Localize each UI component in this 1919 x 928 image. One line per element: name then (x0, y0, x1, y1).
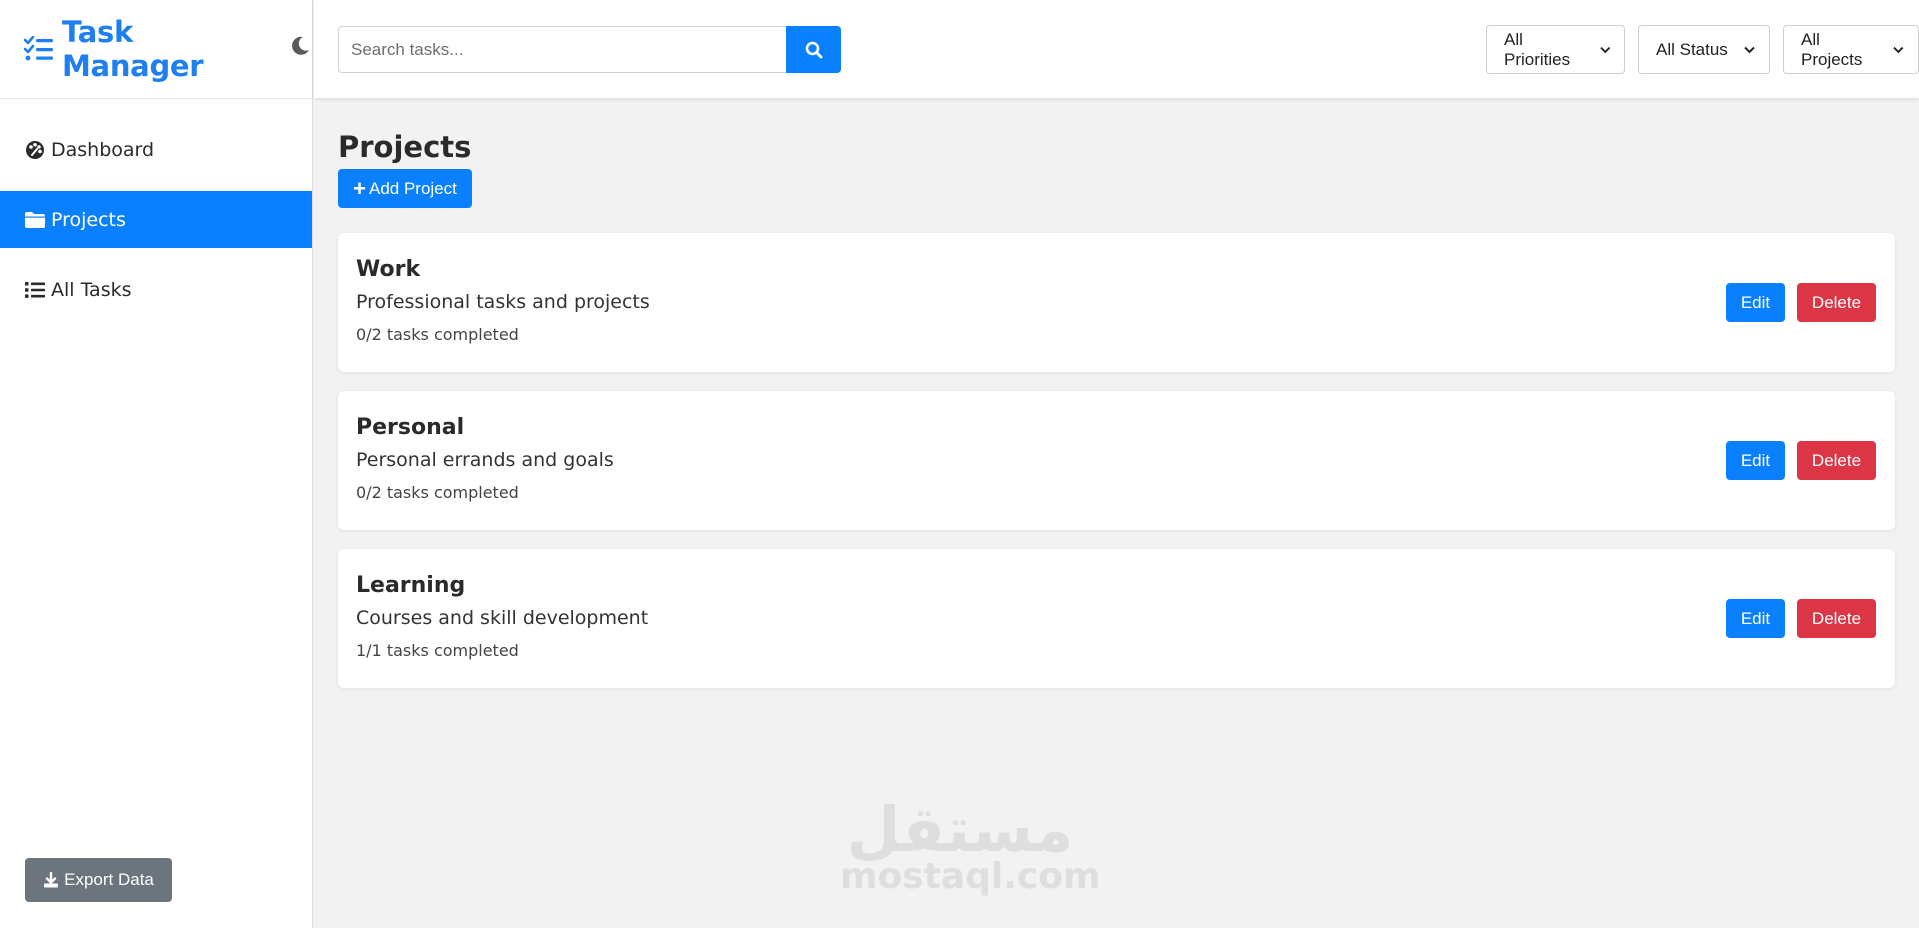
project-filter[interactable]: All Projects (1783, 25, 1919, 74)
chevron-down-icon (1744, 46, 1755, 53)
project-name: Learning (356, 573, 466, 598)
project-list: Work Professional tasks and projects 0/2… (338, 233, 1895, 688)
sidebar-item-all-tasks[interactable]: All Tasks (0, 261, 312, 318)
project-actions: Edit Delete (1726, 599, 1876, 638)
list-icon (24, 279, 46, 301)
project-name: Personal (356, 415, 465, 440)
sidebar-item-label: Dashboard (51, 138, 155, 161)
chevron-down-icon (1893, 46, 1904, 53)
project-name: Work (356, 257, 421, 282)
delete-button[interactable]: Delete (1797, 441, 1876, 480)
watermark: مستقل mostaql.com (840, 793, 1101, 897)
project-actions: Edit Delete (1726, 441, 1876, 480)
priority-filter-value: All Priorities (1504, 29, 1571, 69)
moon-icon[interactable] (288, 34, 312, 58)
project-progress: 0/2 tasks completed (356, 325, 519, 344)
watermark-arabic: مستقل (846, 793, 1074, 866)
add-project-button[interactable]: + Add Project (338, 169, 472, 208)
sidebar-item-dashboard[interactable]: Dashboard (0, 121, 312, 178)
project-description: Professional tasks and projects (356, 291, 650, 313)
plus-icon: + (353, 175, 366, 201)
search-button[interactable] (786, 26, 841, 73)
export-data-button[interactable]: Export Data (25, 858, 172, 902)
project-card: Work Professional tasks and projects 0/2… (338, 233, 1895, 372)
add-project-label: Add Project (368, 178, 457, 198)
project-filter-value: All Projects (1801, 29, 1863, 69)
project-progress: 1/1 tasks completed (356, 641, 519, 660)
sidebar-item-label: All Tasks (51, 278, 132, 301)
chevron-down-icon (1599, 46, 1610, 53)
search-bar (338, 26, 841, 73)
project-progress: 0/2 tasks completed (356, 483, 519, 502)
status-filter[interactable]: All Status (1638, 25, 1770, 74)
folder-icon (24, 209, 46, 231)
page-title: Projects (338, 130, 472, 164)
search-icon (805, 41, 822, 58)
edit-button[interactable]: Edit (1726, 441, 1785, 480)
sidebar: Task Manager Dashboard Projects All Task… (0, 0, 313, 928)
main-content: Projects + Add Project Work Professional… (338, 98, 1895, 707)
task-list-icon (23, 35, 54, 62)
app-title: Task Manager (62, 15, 204, 83)
edit-button[interactable]: Edit (1726, 283, 1785, 322)
project-card: Personal Personal errands and goals 0/2 … (338, 391, 1895, 530)
project-description: Courses and skill development (356, 607, 649, 629)
status-filter-value: All Status (1656, 39, 1728, 59)
priority-filter[interactable]: All Priorities (1486, 25, 1625, 74)
sidebar-item-label: Projects (51, 208, 126, 231)
palette-icon (24, 139, 46, 161)
search-input[interactable] (338, 26, 786, 73)
export-data-label: Export Data (64, 870, 154, 889)
filter-bar: All Priorities All Status All Projects (1473, 25, 1919, 74)
project-actions: Edit Delete (1726, 283, 1876, 322)
delete-button[interactable]: Delete (1797, 283, 1876, 322)
edit-button[interactable]: Edit (1726, 599, 1785, 638)
project-description: Personal errands and goals (356, 449, 614, 471)
delete-button[interactable]: Delete (1797, 599, 1876, 638)
brand: Task Manager (0, 0, 312, 99)
watermark-latin: mostaql.com (840, 856, 1101, 897)
top-bar: All Priorities All Status All Projects (314, 0, 1919, 98)
sidebar-nav: Dashboard Projects All Tasks (0, 121, 312, 318)
sidebar-item-projects[interactable]: Projects (0, 191, 312, 248)
project-card: Learning Courses and skill development 1… (338, 549, 1895, 688)
download-icon (44, 872, 59, 888)
